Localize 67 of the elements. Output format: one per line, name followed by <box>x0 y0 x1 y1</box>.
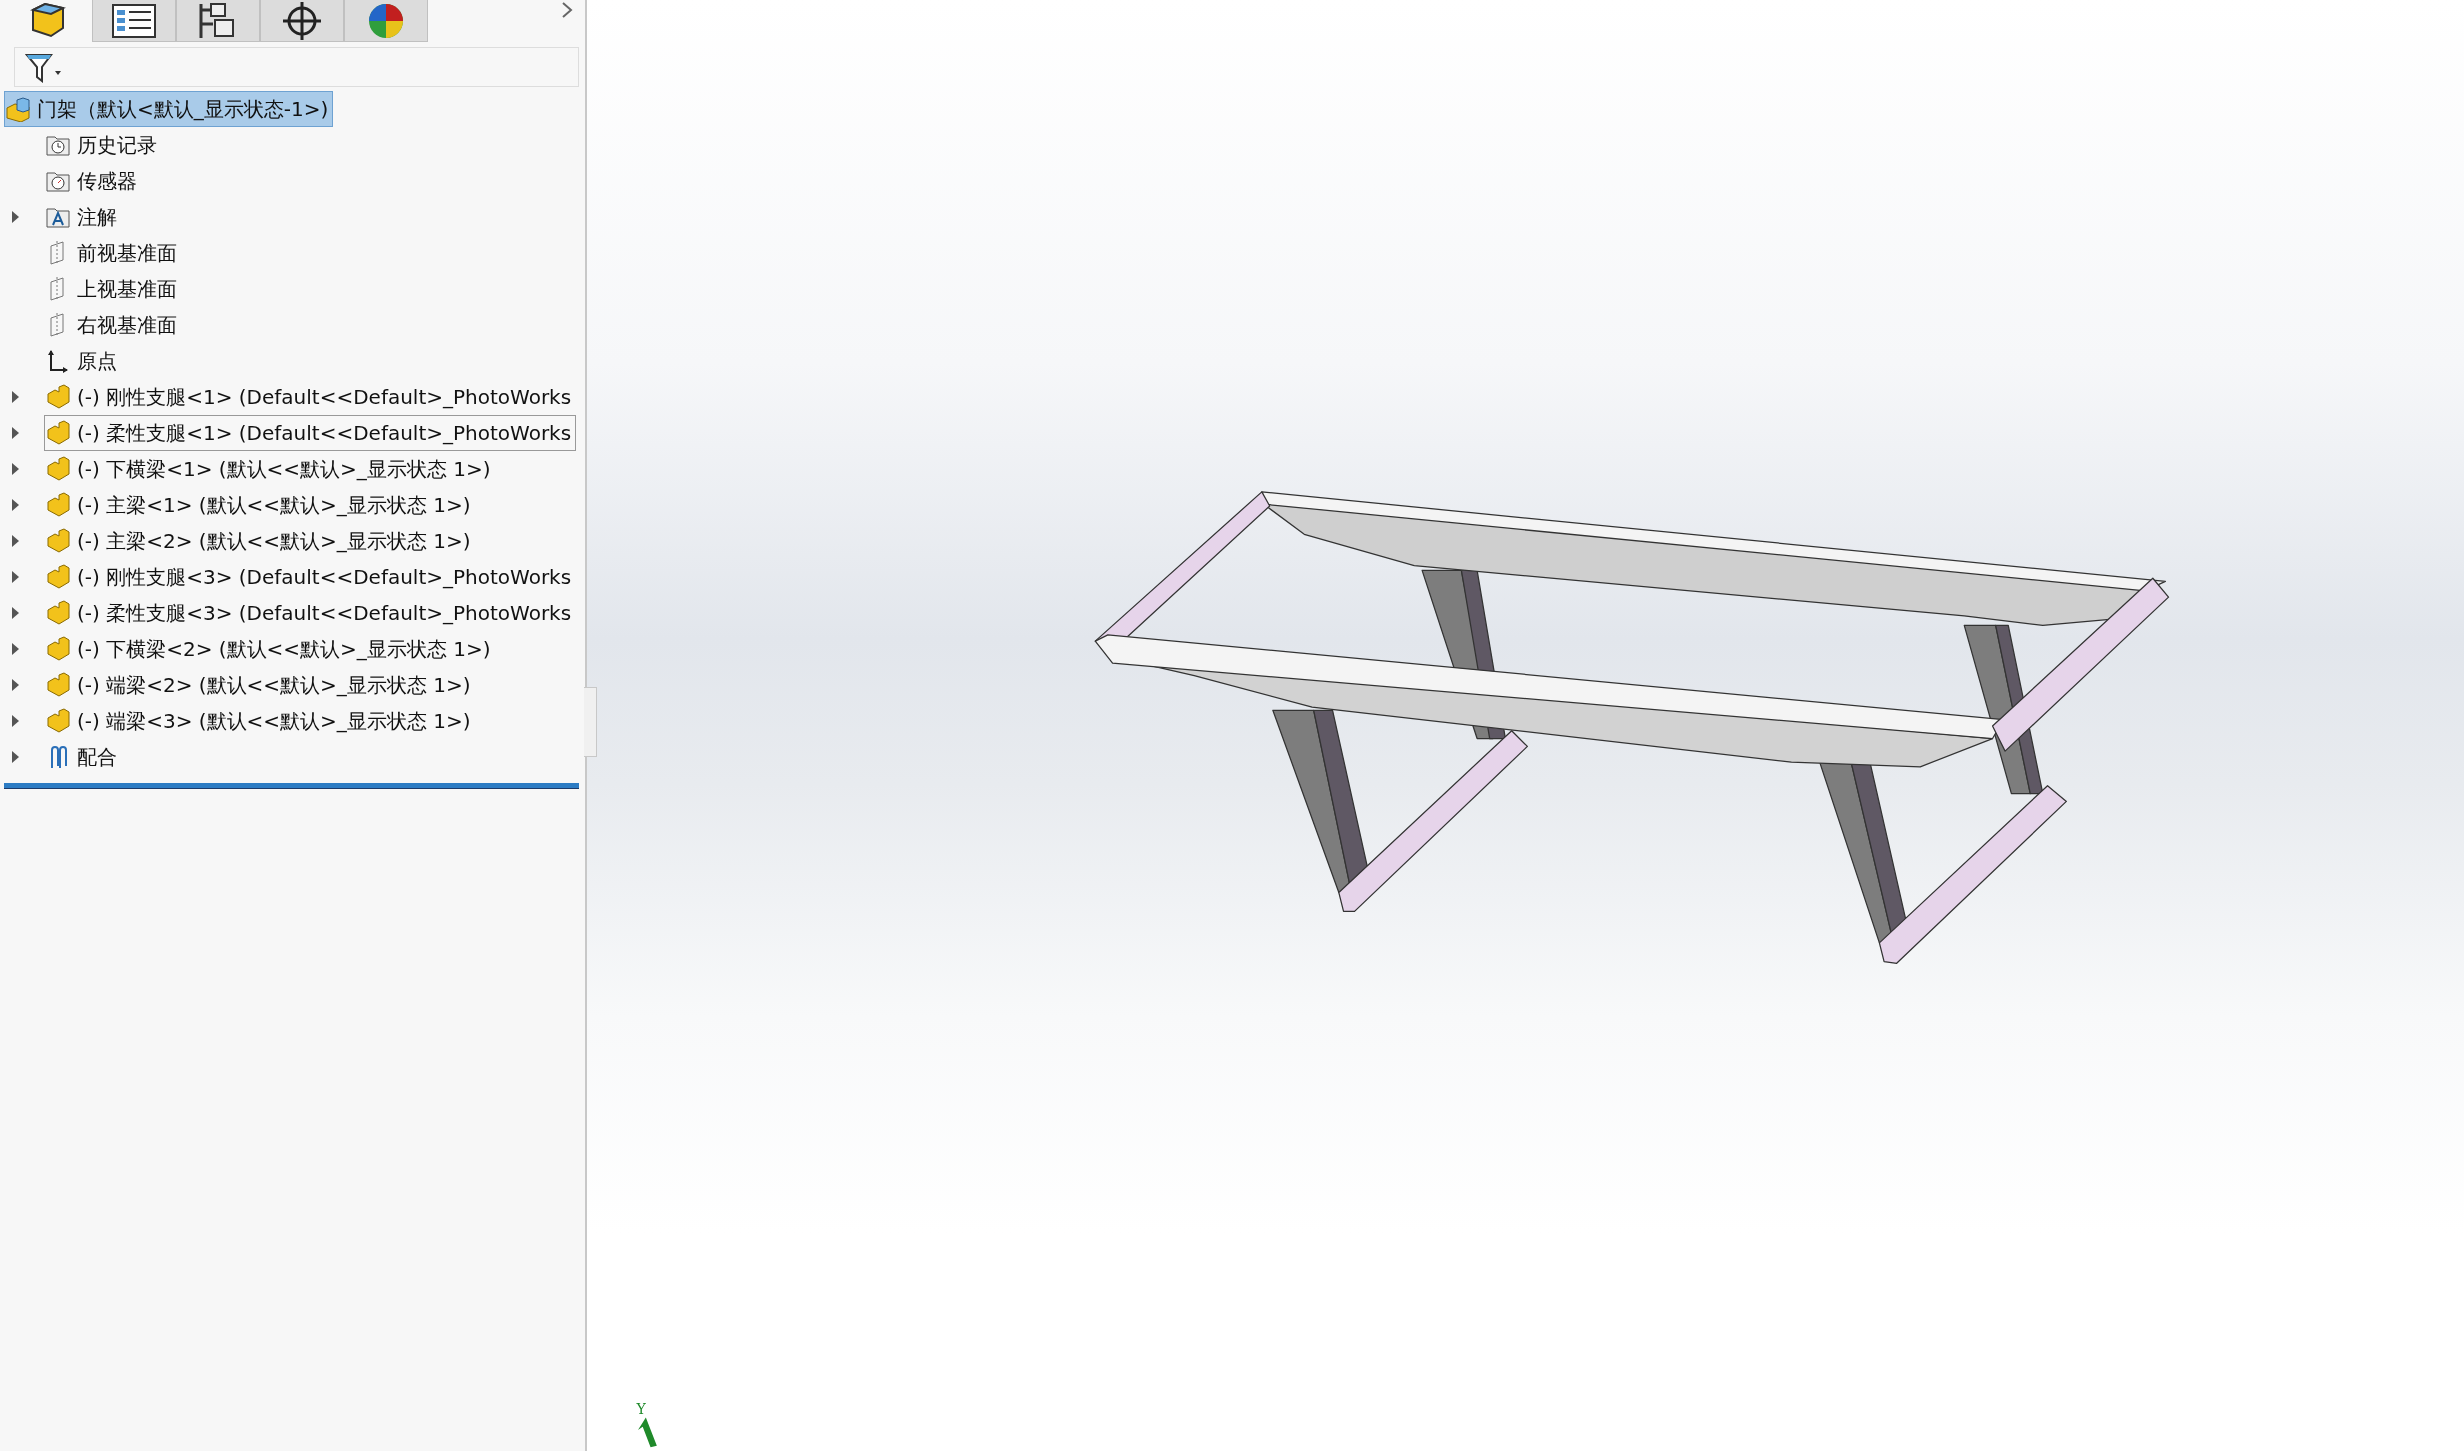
panel-tab[interactable] <box>260 0 344 42</box>
panel-tab[interactable] <box>176 0 260 42</box>
tree-item-label: 原点 <box>77 347 117 375</box>
part-icon <box>45 564 71 590</box>
tree-item-label: (-) 主梁<2> (默认<<默认>_显示状态 1>) <box>77 527 471 555</box>
expand-arrow-icon[interactable] <box>10 750 20 764</box>
expand-arrow-icon[interactable] <box>10 534 20 548</box>
tree-item-label: (-) 主梁<1> (默认<<默认>_显示状态 1>) <box>77 491 471 519</box>
tree-item-label: (-) 下横梁<2> (默认<<默认>_显示状态 1>) <box>77 635 491 663</box>
tree-item[interactable]: 门架（默认<默认_显示状态-1>) <box>4 91 334 127</box>
tree-item[interactable]: (-) 端梁<3> (默认<<默认>_显示状态 1>) <box>44 703 476 739</box>
tree-item[interactable]: (-) 刚性支腿<3> (Default<<Default>_PhotoWorks <box>44 559 577 595</box>
tree-item[interactable]: (-) 主梁<1> (默认<<默认>_显示状态 1>) <box>44 487 476 523</box>
part-icon <box>45 456 71 482</box>
part-icon <box>45 672 71 698</box>
tree-item-label: (-) 柔性支腿<1> (Default<<Default>_PhotoWorks <box>77 419 572 447</box>
rollback-bar[interactable] <box>4 783 579 789</box>
expand-arrow-icon[interactable] <box>10 714 20 728</box>
expand-arrow-icon[interactable] <box>10 642 20 656</box>
tree-item-label: 历史记录 <box>77 131 157 159</box>
tree-item[interactable]: (-) 主梁<2> (默认<<默认>_显示状态 1>) <box>44 523 476 559</box>
tree-item-label: (-) 端梁<3> (默认<<默认>_显示状态 1>) <box>77 707 471 735</box>
panel-tab[interactable] <box>92 0 176 42</box>
tree-item[interactable]: (-) 刚性支腿<1> (Default<<Default>_PhotoWorks <box>44 379 577 415</box>
expand-arrow-icon[interactable] <box>10 570 20 584</box>
tree-item-label: 配合 <box>77 743 117 771</box>
tree-item[interactable]: 传感器 <box>44 163 142 199</box>
expand-arrow-icon[interactable] <box>10 462 20 476</box>
tree-item[interactable]: (-) 下横梁<2> (默认<<默认>_显示状态 1>) <box>44 631 496 667</box>
part-icon <box>45 636 71 662</box>
panel-splitter-handle[interactable] <box>584 687 597 757</box>
part-icon <box>45 600 71 626</box>
expand-arrow-icon[interactable] <box>10 426 20 440</box>
tree-item[interactable]: 配合 <box>44 739 122 775</box>
expand-arrow-icon[interactable] <box>10 390 20 404</box>
filter-icon[interactable] <box>25 51 63 83</box>
tree-item[interactable]: 前视基准面 <box>44 235 182 271</box>
tree-item-label: 前视基准面 <box>77 239 177 267</box>
part-icon <box>45 384 71 410</box>
expand-arrow-icon[interactable] <box>10 210 20 224</box>
tree-item-label: 注解 <box>77 203 117 231</box>
part-icon <box>45 420 71 446</box>
expand-arrow-icon[interactable] <box>10 606 20 620</box>
tree-item-label: 上视基准面 <box>77 275 177 303</box>
tree-item-label: 传感器 <box>77 167 137 195</box>
tree-item-label: (-) 下横梁<1> (默认<<默认>_显示状态 1>) <box>77 455 491 483</box>
part-icon <box>45 492 71 518</box>
tree-item-label: (-) 刚性支腿<1> (Default<<Default>_PhotoWorks <box>77 383 572 411</box>
tree-item-label: (-) 端梁<2> (默认<<默认>_显示状态 1>) <box>77 671 471 699</box>
assembly-icon <box>5 96 31 122</box>
part-icon <box>45 708 71 734</box>
tree-item[interactable]: (-) 柔性支腿<1> (Default<<Default>_PhotoWorks <box>44 415 577 451</box>
tree-item[interactable]: 右视基准面 <box>44 307 182 343</box>
tree-item[interactable]: (-) 下横梁<1> (默认<<默认>_显示状态 1>) <box>44 451 496 487</box>
tree-item[interactable]: 上视基准面 <box>44 271 182 307</box>
expand-arrow-icon[interactable] <box>10 678 20 692</box>
tree-item[interactable]: (-) 端梁<2> (默认<<默认>_显示状态 1>) <box>44 667 476 703</box>
tree-item[interactable]: 注解 <box>44 199 122 235</box>
tree-item[interactable]: 原点 <box>44 343 122 379</box>
tree-item-label: 右视基准面 <box>77 311 177 339</box>
tree-item-label: (-) 柔性支腿<3> (Default<<Default>_PhotoWorks <box>77 599 572 627</box>
part-icon <box>45 528 71 554</box>
tree-item-label: 门架（默认<默认_显示状态-1>) <box>37 95 329 123</box>
tree-item-label: (-) 刚性支腿<3> (Default<<Default>_PhotoWorks <box>77 563 572 591</box>
expand-arrow-icon[interactable] <box>10 498 20 512</box>
tree-item[interactable]: (-) 柔性支腿<3> (Default<<Default>_PhotoWorks <box>44 595 577 631</box>
tree-item[interactable]: 历史记录 <box>44 127 162 163</box>
